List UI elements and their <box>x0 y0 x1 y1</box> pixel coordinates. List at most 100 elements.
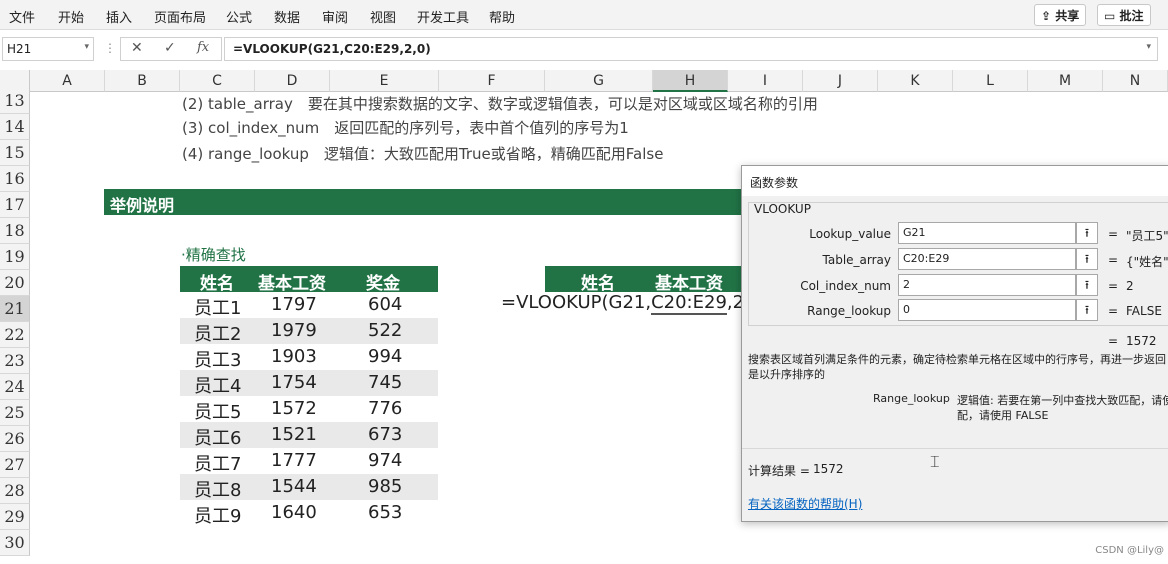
collapse-dialog-icon[interactable]: ⭱ <box>1076 248 1098 270</box>
cell-name[interactable]: 员工6 <box>194 424 241 450</box>
arg-input-lookup-value[interactable]: G21 <box>898 222 1076 244</box>
row-header-17[interactable]: 17 <box>0 192 30 218</box>
row-header-19[interactable]: 19 <box>0 244 30 270</box>
cell-salary[interactable]: 1640 <box>271 502 317 523</box>
col-header-k[interactable]: K <box>878 70 953 92</box>
arg-input-col-index[interactable]: 2 <box>898 274 1076 296</box>
cell-name[interactable]: 员工8 <box>194 476 241 502</box>
share-button[interactable]: ⇪ 共享 <box>1034 4 1087 26</box>
row-header-15[interactable]: 15 <box>0 140 30 166</box>
row-header-20[interactable]: 20 <box>0 270 30 296</box>
expand-formula-icon[interactable]: ▾ <box>1146 42 1151 52</box>
arg-input-range-lookup[interactable]: 0 <box>898 299 1076 321</box>
calc-result-label: 计算结果 = <box>748 464 810 478</box>
row-header-13[interactable]: 13 <box>0 88 30 114</box>
cell-salary[interactable]: 1544 <box>271 476 317 497</box>
cell-name[interactable]: 员工4 <box>194 372 241 398</box>
row-header-26[interactable]: 26 <box>0 426 30 452</box>
watermark: CSDN @Lily@ <box>1095 545 1164 556</box>
row-header-22[interactable]: 22 <box>0 322 30 348</box>
menu-view[interactable]: 视图 <box>370 7 396 26</box>
col-header-j[interactable]: J <box>803 70 878 92</box>
row-header-14[interactable]: 14 <box>0 114 30 140</box>
col-header-b[interactable]: B <box>105 70 180 92</box>
share-icon: ⇪ <box>1041 9 1056 23</box>
cell-name[interactable]: 员工5 <box>194 398 241 424</box>
col-header-i[interactable]: I <box>728 70 803 92</box>
function-description-line2: 是以升序排序的 <box>748 368 825 381</box>
menu-file[interactable]: 文件 <box>9 7 35 26</box>
table-row: 员工5 1572 776 <box>180 396 438 424</box>
col-header-e[interactable]: E <box>330 70 439 92</box>
collapse-dialog-icon[interactable]: ⭱ <box>1076 299 1098 321</box>
cell-name[interactable]: 员工7 <box>194 450 241 476</box>
cell-salary[interactable]: 1572 <box>271 398 317 419</box>
cell-salary[interactable]: 1521 <box>271 424 317 445</box>
col-header-n[interactable]: N <box>1103 70 1168 92</box>
menu-developer[interactable]: 开发工具 <box>417 7 469 26</box>
cell-name[interactable]: 员工3 <box>194 346 241 372</box>
col-header-g[interactable]: G <box>545 70 653 92</box>
name-box[interactable]: H21 ▾ <box>2 37 94 61</box>
table-row: 员工9 1640 653 <box>180 500 438 528</box>
cell-bonus[interactable]: 974 <box>368 450 402 471</box>
cell-bonus[interactable]: 604 <box>368 294 402 315</box>
cell-bonus[interactable]: 994 <box>368 346 402 367</box>
row-header-16[interactable]: 16 <box>0 166 30 192</box>
col-header-c[interactable]: C <box>180 70 255 92</box>
enter-icon[interactable]: ✓ <box>164 40 176 56</box>
cell-name[interactable]: 员工9 <box>194 502 241 528</box>
row-header-18[interactable]: 18 <box>0 218 30 244</box>
menu-insert[interactable]: 插入 <box>106 7 132 26</box>
menu-home[interactable]: 开始 <box>58 7 84 26</box>
menu-help[interactable]: 帮助 <box>489 7 515 26</box>
cell-bonus[interactable]: 522 <box>368 320 402 341</box>
menu-data[interactable]: 数据 <box>274 7 300 26</box>
cell-bonus[interactable]: 745 <box>368 372 402 393</box>
dialog-title-bar[interactable]: 函数参数 <box>742 166 1168 196</box>
cell-bonus[interactable]: 653 <box>368 502 402 523</box>
col-header-l[interactable]: L <box>953 70 1028 92</box>
row-header-21[interactable]: 21 <box>0 296 30 322</box>
comment-button[interactable]: ▭ 批注 <box>1097 4 1151 26</box>
col-header-d[interactable]: D <box>255 70 330 92</box>
insert-function-icon[interactable]: fx <box>197 40 209 55</box>
cell-salary[interactable]: 1777 <box>271 450 317 471</box>
param-description-line1: 逻辑值: 若要在第一列中查找大致匹配，请使 <box>957 394 1168 407</box>
row-header-27[interactable]: 27 <box>0 452 30 478</box>
function-help-link[interactable]: 有关该函数的帮助(H) <box>748 495 862 512</box>
row-header-28[interactable]: 28 <box>0 478 30 504</box>
cell-name[interactable]: 员工1 <box>194 294 241 320</box>
col-header-h[interactable]: H <box>653 70 728 92</box>
formula-input[interactable]: =VLOOKUP(G21,C20:E29,2,0) ▾ <box>224 37 1158 61</box>
formula-part-a: =VLOOKUP(G21, <box>501 292 652 313</box>
collapse-dialog-icon[interactable]: ⭱ <box>1076 222 1098 244</box>
arg-input-table-array[interactable]: C20:E29 <box>898 248 1076 270</box>
cell-salary[interactable]: 1754 <box>271 372 317 393</box>
cancel-icon[interactable]: ✕ <box>131 40 143 56</box>
name-box-dropdown-icon[interactable]: ▾ <box>84 42 89 52</box>
row-header-25[interactable]: 25 <box>0 400 30 426</box>
row-header-23[interactable]: 23 <box>0 348 30 374</box>
cell-salary[interactable]: 1797 <box>271 294 317 315</box>
row-header-30[interactable]: 30 <box>0 530 30 556</box>
cell-bonus[interactable]: 776 <box>368 398 402 419</box>
menu-formulas[interactable]: 公式 <box>226 7 252 26</box>
col-header-a[interactable]: A <box>30 70 105 92</box>
menu-page-layout[interactable]: 页面布局 <box>154 7 206 26</box>
collapse-dialog-icon[interactable]: ⭱ <box>1076 274 1098 296</box>
row-header-29[interactable]: 29 <box>0 504 30 530</box>
row-header-24[interactable]: 24 <box>0 374 30 400</box>
menu-review[interactable]: 审阅 <box>322 7 348 26</box>
col-header-m[interactable]: M <box>1028 70 1103 92</box>
cell-bonus[interactable]: 985 <box>368 476 402 497</box>
cell-bonus[interactable]: 673 <box>368 424 402 445</box>
cell-h21-editing[interactable]: =VLOOKUP(G21,C20:E29,2,0 <box>501 292 761 318</box>
cell-salary[interactable]: 1979 <box>271 320 317 341</box>
cell-name[interactable]: 员工2 <box>194 320 241 346</box>
section-title-bar: 举例说明 <box>104 189 744 215</box>
cell-salary[interactable]: 1903 <box>271 346 317 367</box>
table-row: 员工7 1777 974 <box>180 448 438 476</box>
formula-bar: H21 ▾ ⋮ ✕ ✓ fx =VLOOKUP(G21,C20:E29,2,0)… <box>0 37 1168 63</box>
col-header-f[interactable]: F <box>439 70 545 92</box>
